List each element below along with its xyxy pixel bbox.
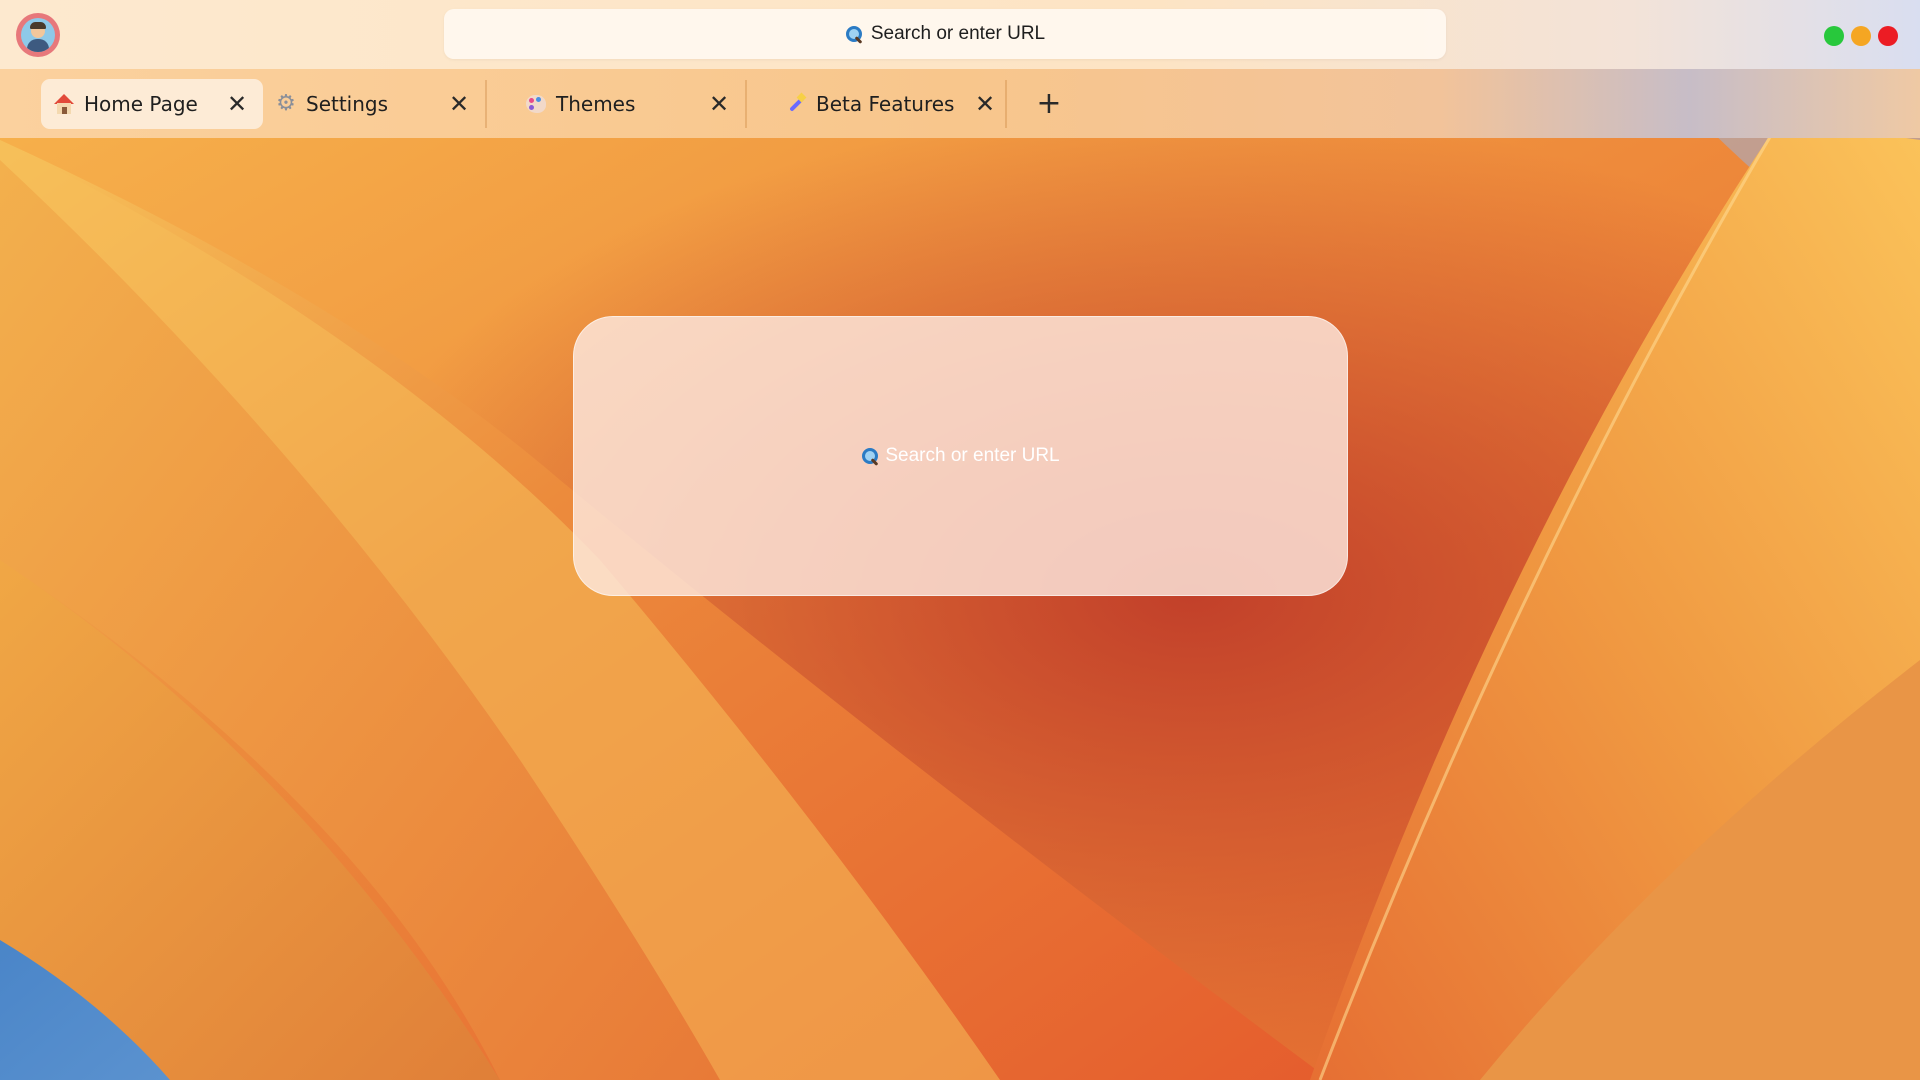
window-controls bbox=[1824, 26, 1898, 46]
close-tab-icon[interactable]: ✕ bbox=[447, 90, 471, 118]
close-window-button[interactable] bbox=[1878, 26, 1898, 46]
search-panel: Search or enter URL bbox=[573, 316, 1348, 596]
palette-icon bbox=[524, 92, 548, 116]
tab-divider bbox=[485, 79, 487, 128]
maximize-button[interactable] bbox=[1824, 26, 1844, 46]
magic-wand-icon bbox=[784, 92, 808, 116]
close-tab-icon[interactable]: ✕ bbox=[707, 90, 731, 118]
tab-label: Beta Features bbox=[816, 91, 955, 116]
search-placeholder: Search or enter URL bbox=[885, 445, 1060, 466]
tab-divider bbox=[1005, 79, 1007, 128]
tab-label: Settings bbox=[306, 91, 389, 116]
tab-label: Themes bbox=[556, 91, 636, 116]
tab-themes[interactable]: Themes ✕ bbox=[513, 79, 745, 129]
top-bar: Search or enter URL bbox=[0, 0, 1920, 69]
close-tab-icon[interactable]: ✕ bbox=[225, 90, 249, 118]
tab-bar: Home Page ✕ ⚙ Settings ✕ Themes ✕ Beta F… bbox=[0, 69, 1920, 138]
magnifying-glass-icon bbox=[861, 447, 879, 465]
house-icon bbox=[52, 92, 76, 116]
minimize-button[interactable] bbox=[1851, 26, 1871, 46]
address-bar-placeholder: Search or enter URL bbox=[870, 23, 1046, 44]
tab-label: Home Page bbox=[84, 91, 198, 116]
tab-settings[interactable]: ⚙ Settings ✕ bbox=[263, 79, 485, 129]
tab-beta-features[interactable]: Beta Features ✕ bbox=[773, 79, 1005, 129]
gear-icon: ⚙ bbox=[276, 90, 296, 116]
new-tab-button[interactable]: + bbox=[1029, 84, 1069, 124]
avatar-image bbox=[21, 18, 55, 52]
user-avatar[interactable] bbox=[16, 13, 60, 57]
browser-window: Search or enter URL Home Page ✕ ⚙ Settin… bbox=[0, 0, 1920, 1080]
search-input[interactable]: Search or enter URL bbox=[861, 445, 1060, 467]
tab-home-page[interactable]: Home Page ✕ bbox=[41, 78, 263, 129]
tab-divider bbox=[745, 79, 747, 128]
close-tab-icon[interactable]: ✕ bbox=[973, 90, 997, 118]
address-bar[interactable]: Search or enter URL bbox=[444, 9, 1446, 59]
magnifying-glass-icon bbox=[845, 25, 863, 43]
